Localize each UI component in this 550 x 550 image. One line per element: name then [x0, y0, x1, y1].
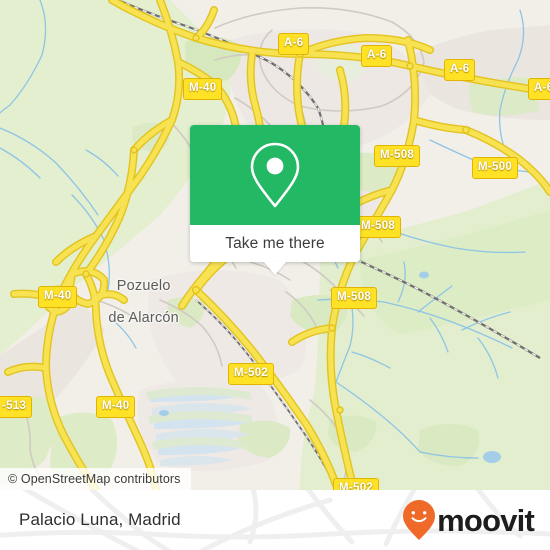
osm-attribution-text: © OpenStreetMap contributors	[8, 472, 181, 486]
road-shield-m40[interactable]: M-40	[38, 286, 78, 308]
footer-bar: Palacio Luna, Madrid moovit	[0, 490, 550, 550]
road-shield-m508[interactable]: M-508	[374, 145, 421, 167]
take-me-there-card[interactable]: Take me there	[190, 125, 360, 275]
road-shield-a6[interactable]: A-6	[444, 59, 476, 81]
road-shield-m513[interactable]: -513	[0, 396, 33, 418]
road-shield-m40[interactable]: M-40	[96, 396, 136, 418]
map-canvas[interactable]: Pozuelo de Alarcón A-6 A-6 A-6 A-6 M-40 …	[0, 0, 550, 490]
map-pin-icon	[250, 142, 300, 208]
road-shield-m502[interactable]: M-502	[333, 478, 380, 490]
road-shield-m502[interactable]: M-502	[228, 363, 275, 385]
road-shield-m500[interactable]: M-500	[472, 157, 519, 179]
moovit-smiley-pin-icon	[403, 500, 436, 540]
moovit-brand[interactable]: moovit	[402, 499, 535, 541]
road-shield-m40[interactable]: M-40	[183, 78, 223, 100]
road-shield-a6[interactable]: A-6	[528, 78, 550, 100]
card-pointer-tail	[264, 262, 286, 275]
moovit-map-screenshot: Pozuelo de Alarcón A-6 A-6 A-6 A-6 M-40 …	[0, 0, 550, 550]
road-shield-m508[interactable]: M-508	[331, 287, 378, 309]
card-cta-area[interactable]: Take me there	[190, 225, 360, 262]
road-shield-a6[interactable]: A-6	[278, 33, 310, 55]
take-me-there-label: Take me there	[225, 234, 325, 252]
road-shield-a6[interactable]: A-6	[361, 45, 393, 67]
moovit-wordmark: moovit	[437, 502, 535, 538]
card-pin-area	[190, 125, 360, 225]
osm-attribution[interactable]: © OpenStreetMap contributors	[0, 468, 191, 490]
page-title: Palacio Luna, Madrid	[19, 510, 181, 529]
road-shield-m508[interactable]: M-508	[355, 216, 402, 238]
